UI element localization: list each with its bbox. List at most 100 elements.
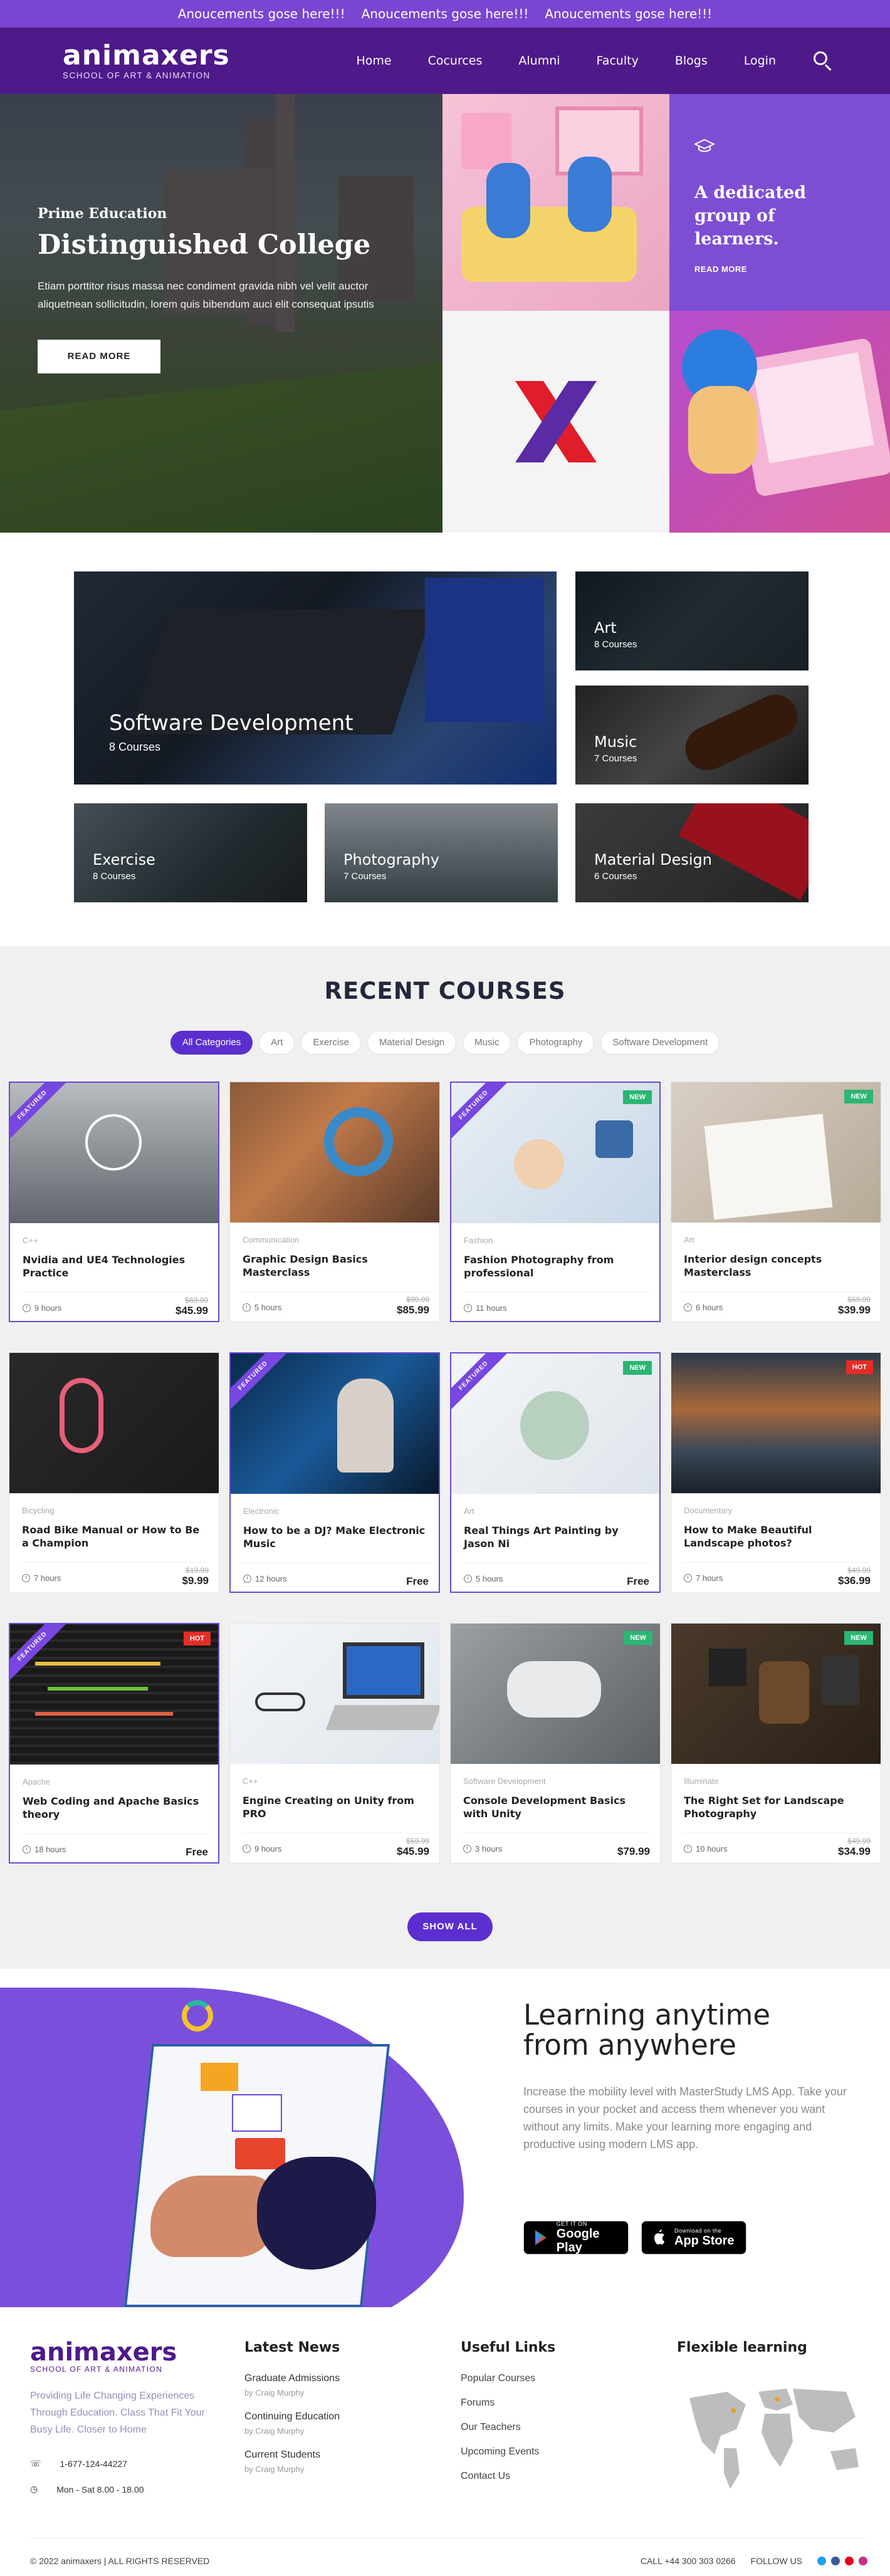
nav-home[interactable]: Home xyxy=(356,54,391,68)
course-hours: 7 hours xyxy=(684,1573,723,1583)
nav-alumni[interactable]: Alumni xyxy=(518,54,560,68)
announcement-text: Anoucements gose here!!! xyxy=(361,6,529,21)
world-map-icon xyxy=(689,2389,859,2489)
category-count: 7 Courses xyxy=(343,871,387,882)
old-price: $69.99 xyxy=(185,1296,208,1305)
site-header: animaxers SCHOOL OF ART & ANIMATION Home… xyxy=(0,28,890,94)
course-category: Illuminate xyxy=(684,1776,719,1786)
filter-exercise[interactable]: Exercise xyxy=(301,1031,361,1055)
footer-link[interactable]: Contact Us xyxy=(461,2471,555,2482)
course-title[interactable]: How to be a DJ? Make Electronic Music xyxy=(243,1524,429,1550)
show-all-button[interactable]: SHOW ALL xyxy=(407,1912,493,1941)
news-item[interactable]: Current Students by Craig Murphy xyxy=(244,2449,340,2474)
category-exercise[interactable]: Exercise 8 Courses xyxy=(74,803,307,902)
course-title[interactable]: Engine Creating on Unity from PRO xyxy=(243,1794,429,1820)
announcement-text: Anoucements gose here!!! xyxy=(545,6,713,21)
news-item[interactable]: Continuing Education by Craig Murphy xyxy=(244,2411,340,2436)
course-hours: 3 hours xyxy=(463,1844,502,1854)
app-promo-section: Learning anytime from anywhere Increase t… xyxy=(0,1969,890,2307)
clock-icon xyxy=(243,1303,251,1311)
category-software-development[interactable]: Software Development 8 Courses xyxy=(74,571,557,785)
course-price: $34.99 xyxy=(838,1845,871,1857)
course-title[interactable]: Console Development Basics with Unity xyxy=(463,1794,650,1820)
course-card[interactable]: C++ Engine Creating on Unity from PRO 9 … xyxy=(229,1623,440,1864)
course-title[interactable]: Road Bike Manual or How to Be a Champion xyxy=(22,1523,209,1550)
course-hours: 11 hours xyxy=(464,1303,507,1313)
nav-blogs[interactable]: Blogs xyxy=(675,54,708,68)
course-card[interactable]: FEATURED Electronic How to be a DJ? Make… xyxy=(229,1352,440,1593)
read-more-button[interactable]: READ MORE xyxy=(38,340,160,373)
course-card[interactable]: FEATURED C++ Nvidia and UE4 Technologies… xyxy=(9,1082,219,1322)
course-price: $39.99 xyxy=(838,1304,871,1316)
facebook-icon[interactable] xyxy=(831,2557,840,2565)
apple-icon xyxy=(654,2229,664,2245)
course-card[interactable]: FEATURED NEW Art Real Things Art Paintin… xyxy=(450,1352,661,1593)
learners-title: A dedicated group of learners. xyxy=(694,183,807,249)
new-badge: NEW xyxy=(623,1090,652,1104)
main-nav: Home Cocurces Alumni Faculty Blogs Login xyxy=(320,28,834,94)
clock-icon xyxy=(463,1845,471,1853)
clock-icon: ◷ xyxy=(30,2484,38,2494)
course-hours: 9 hours xyxy=(243,1844,281,1854)
nav-faculty[interactable]: Faculty xyxy=(597,54,639,68)
filter-all[interactable]: All Categories xyxy=(170,1031,253,1055)
course-card[interactable]: Communication Graphic Design Basics Mast… xyxy=(229,1082,440,1322)
nav-login[interactable]: Login xyxy=(744,54,776,68)
course-card[interactable]: Bicycling Road Bike Manual or How to Be … xyxy=(9,1352,219,1593)
category-photography[interactable]: Photography 7 Courses xyxy=(325,803,558,902)
footer-links: Useful Links Popular Courses Forums Our … xyxy=(461,2340,555,2495)
category-material-design[interactable]: Material Design 6 Courses xyxy=(575,803,809,902)
course-card[interactable]: FEATURED NEW Fashion Fashion Photography… xyxy=(450,1082,661,1322)
app-store-button[interactable]: Download on the App Store xyxy=(641,2221,746,2255)
google-play-button[interactable]: GET IT ON Google Play xyxy=(523,2221,629,2255)
category-filters: All Categories Art Exercise Material Des… xyxy=(0,1031,890,1055)
pinterest-icon[interactable] xyxy=(845,2557,854,2565)
filter-material-design[interactable]: Material Design xyxy=(367,1031,457,1055)
nav-courses[interactable]: Cocurces xyxy=(428,54,483,68)
course-card[interactable]: NEW Art Interior design concepts Masterc… xyxy=(671,1082,881,1322)
course-title[interactable]: How to Make Beautiful Landscape photos? xyxy=(684,1523,871,1550)
category-music[interactable]: Music 7 Courses xyxy=(575,686,809,785)
logo[interactable]: animaxers SCHOOL OF ART & ANIMATION xyxy=(63,41,230,80)
logo-subtitle: SCHOOL OF ART & ANIMATION xyxy=(63,70,211,80)
course-price: $9.99 xyxy=(182,1575,209,1587)
course-hours: 12 hours xyxy=(243,1574,287,1583)
course-title[interactable]: Interior design concepts Masterclass xyxy=(684,1253,871,1279)
footer-link[interactable]: Upcoming Events xyxy=(461,2446,555,2458)
course-title[interactable]: Web Coding and Apache Basics theory xyxy=(23,1795,208,1821)
course-card[interactable]: NEW Illuminate The Right Set for Landsca… xyxy=(671,1623,881,1864)
hero-kicker: Prime Education xyxy=(38,206,167,222)
instagram-icon[interactable] xyxy=(859,2557,867,2565)
footer-heading: Useful Links xyxy=(461,2340,556,2355)
course-title[interactable]: Nvidia and UE4 Technologies Practice xyxy=(23,1253,208,1280)
announcement-bar: Anoucements gose here!!! Anoucements gos… xyxy=(0,0,890,28)
course-price: $79.99 xyxy=(617,1845,650,1857)
filter-software-development[interactable]: Software Development xyxy=(600,1031,720,1055)
footer-logo[interactable]: animaxers SCHOOL OF ART & ANIMATION xyxy=(30,2340,212,2374)
x-logo-icon xyxy=(515,381,597,462)
category-art[interactable]: Art 8 Courses xyxy=(575,571,809,670)
course-category: Bicycling xyxy=(22,1506,55,1515)
course-title[interactable]: Graphic Design Basics Masterclass xyxy=(243,1253,429,1279)
announcement-text: Anoucements gose here!!! xyxy=(177,6,345,21)
course-card[interactable]: HOT Documentary How to Make Beautiful La… xyxy=(671,1352,881,1593)
course-title[interactable]: The Right Set for Landscape Photography xyxy=(684,1794,871,1820)
footer-news: Latest News Graduate Admissions by Craig … xyxy=(244,2340,340,2488)
course-title[interactable]: Fashion Photography from professional xyxy=(464,1253,649,1280)
course-card[interactable]: FEATURED HOT Apache Web Coding and Apach… xyxy=(9,1623,219,1864)
footer-link[interactable]: Forums xyxy=(461,2397,555,2409)
filter-art[interactable]: Art xyxy=(259,1031,295,1055)
course-card[interactable]: NEW Software Development Console Develop… xyxy=(450,1623,661,1864)
footer-link[interactable]: Popular Courses xyxy=(461,2373,555,2384)
news-item[interactable]: Graduate Admissions by Craig Murphy xyxy=(244,2373,340,2397)
filter-music[interactable]: Music xyxy=(463,1031,511,1055)
learners-read-more-link[interactable]: READ MORE xyxy=(694,264,865,274)
search-icon[interactable] xyxy=(812,50,834,71)
twitter-icon[interactable] xyxy=(817,2557,826,2565)
course-title[interactable]: Real Things Art Painting by Jason Ni xyxy=(464,1524,649,1550)
google-play-icon xyxy=(535,2230,547,2245)
recent-courses-section: RECENT COURSES All Categories Art Exerci… xyxy=(0,946,890,1969)
course-category: Art xyxy=(464,1506,474,1516)
filter-photography[interactable]: Photography xyxy=(517,1031,595,1055)
footer-link[interactable]: Our Teachers xyxy=(461,2422,555,2433)
